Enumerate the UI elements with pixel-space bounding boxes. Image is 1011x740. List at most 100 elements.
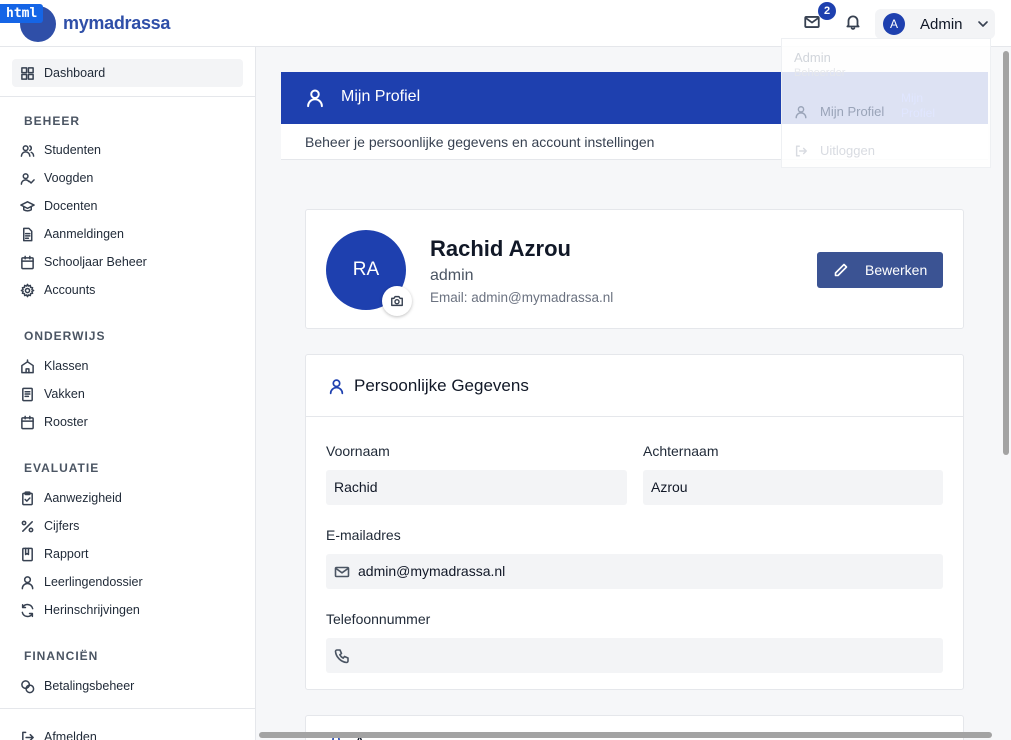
sidebar-item-label: Dashboard — [44, 66, 106, 80]
vertical-scrollbar[interactable] — [1001, 47, 1011, 740]
html-debug-tag: html — [0, 4, 44, 23]
school-icon — [21, 358, 34, 373]
logo-text-part2: madrassa — [88, 13, 171, 33]
edit-profile-button[interactable]: Bewerken — [817, 252, 943, 288]
sidebar-item-aanmeldingen[interactable]: Aanmeldingen — [20, 224, 124, 244]
file-text-icon — [23, 227, 33, 241]
profile-card: RA Rachid Azrou admin Email: admin@mymad… — [305, 209, 964, 329]
section-title-financien: FINANCIËN — [24, 649, 99, 663]
sidebar-item-cijfers[interactable]: Cijfers — [20, 516, 79, 536]
profile-role: admin — [430, 267, 474, 284]
sidebar-item-label: Rapport — [44, 547, 89, 561]
sidebar-item-leerlingendossier[interactable]: Leerlingendossier — [20, 572, 143, 592]
sidebar-item-vakken[interactable]: Vakken — [20, 384, 85, 404]
last-name-label: Achternaam — [643, 443, 719, 459]
vertical-scrollbar-thumb[interactable] — [1003, 51, 1009, 455]
sidebar-item-afmelden[interactable]: Afmelden — [20, 727, 97, 740]
email-field[interactable]: admin@mymadrassa.nl — [326, 554, 943, 589]
divider — [0, 96, 255, 97]
section-title-beheer: BEHEER — [24, 114, 81, 128]
user-icon — [795, 105, 807, 118]
sidebar-item-label: Cijfers — [44, 519, 80, 533]
user-dropdown-menu: Admin Beheerder Mijn Profiel Mijn Profie… — [781, 38, 991, 168]
notebook-icon — [22, 547, 33, 561]
sidebar-item-label: Herinschrijvingen — [44, 603, 140, 617]
sidebar-item-herinschrijvingen[interactable]: Herinschrijvingen — [20, 600, 140, 620]
percent-icon — [21, 520, 34, 532]
sidebar-item-betalingsbeheer[interactable]: Betalingsbeheer — [20, 676, 134, 696]
logout-icon — [22, 731, 34, 740]
dropdown-item-logout[interactable]: Uitloggen — [794, 143, 875, 158]
chevron-down-icon — [975, 16, 991, 32]
sidebar-item-docenten[interactable]: Docenten — [20, 196, 98, 216]
sidebar-item-label: Studenten — [44, 143, 101, 157]
email-value: admin@mymadrassa.nl — [358, 563, 506, 579]
calendar-icon — [21, 255, 34, 269]
coins-icon — [21, 679, 35, 693]
section-title-onderwijs: ONDERWIJS — [24, 329, 106, 343]
sidebar-item-accounts[interactable]: Accounts — [20, 280, 95, 300]
graduation-cap-icon — [20, 200, 35, 212]
tooltip: Mijn Profiel — [901, 91, 936, 120]
last-name-value: Azrou — [651, 479, 688, 495]
profile-email: Email: admin@mymadrassa.nl — [430, 290, 614, 305]
logo-text-part1: my — [63, 13, 89, 33]
dropdown-item-label: Mijn Profiel — [820, 104, 885, 119]
sidebar-item-label: Vakken — [44, 387, 85, 401]
sidebar-item-label: Schooljaar Beheer — [44, 255, 147, 269]
edit-button-label: Bewerken — [865, 262, 928, 278]
first-name-value: Rachid — [334, 479, 378, 495]
dropdown-item-profile[interactable]: Mijn Profiel — [794, 104, 884, 119]
sidebar-item-dashboard[interactable]: Dashboard — [20, 63, 105, 83]
sidebar-item-label: Klassen — [44, 359, 89, 373]
email-label: E-mailadres — [326, 527, 401, 543]
sidebar-item-aanwezigheid[interactable]: Aanwezigheid — [20, 488, 122, 508]
phone-field[interactable] — [326, 638, 943, 673]
sidebar-item-schooljaar-beheer[interactable]: Schooljaar Beheer — [20, 252, 147, 272]
divider — [0, 708, 255, 709]
sidebar-item-label: Afmelden — [44, 730, 97, 740]
sidebar-item-label: Aanwezigheid — [44, 491, 122, 505]
sidebar-item-rooster[interactable]: Rooster — [20, 412, 88, 432]
users-icon — [20, 144, 35, 157]
sidebar-item-rapport[interactable]: Rapport — [20, 544, 88, 564]
page-title: Mijn Profiel — [341, 88, 421, 105]
dropdown-user-role: Beheerder — [794, 67, 846, 79]
user-icon — [329, 379, 344, 395]
first-name-field[interactable]: Rachid — [326, 470, 627, 505]
logout-icon — [795, 144, 807, 157]
sidebar-item-studenten[interactable]: Studenten — [20, 140, 101, 160]
user-name: Admin — [920, 16, 963, 33]
sidebar-item-label: Betalingsbeheer — [44, 679, 135, 693]
phone-icon — [334, 649, 349, 664]
change-photo-button[interactable] — [382, 286, 412, 316]
calendar-icon — [21, 415, 34, 429]
first-name-label: Voornaam — [326, 443, 390, 459]
refresh-icon — [21, 603, 34, 617]
mail-icon — [334, 566, 350, 578]
sidebar: Dashboard BEHEER Studenten Voogden Docen… — [0, 47, 256, 740]
sidebar-item-label: Voogden — [44, 171, 94, 185]
dropdown-user-name: Admin — [794, 50, 831, 65]
horizontal-scrollbar-thumb[interactable] — [259, 732, 992, 738]
page-subtitle: Beheer je persoonlijke gegevens en accou… — [305, 134, 655, 150]
clipboard-check-icon — [22, 490, 33, 505]
dashboard-icon — [21, 66, 34, 80]
user-icon — [21, 575, 34, 589]
sidebar-item-label: Leerlingendossier — [44, 575, 143, 589]
sidebar-item-label: Rooster — [44, 415, 88, 429]
logo-text[interactable]: mymadrassa — [63, 13, 170, 34]
sidebar-item-label: Aanmeldingen — [44, 227, 124, 241]
section-title-evaluatie: EVALUATIE — [24, 461, 100, 475]
user-avatar: A — [883, 13, 905, 35]
sidebar-item-klassen[interactable]: Klassen — [20, 356, 88, 376]
user-check-icon — [20, 172, 35, 185]
pencil-icon — [834, 263, 848, 277]
sidebar-item-label: Accounts — [44, 283, 96, 297]
last-name-field[interactable]: Azrou — [643, 470, 943, 505]
user-menu-button[interactable]: A Admin — [875, 9, 995, 39]
bell-icon[interactable] — [844, 13, 864, 33]
sidebar-item-voogden[interactable]: Voogden — [20, 168, 93, 188]
phone-label: Telefoonnummer — [326, 611, 431, 627]
gear-icon — [20, 283, 35, 297]
